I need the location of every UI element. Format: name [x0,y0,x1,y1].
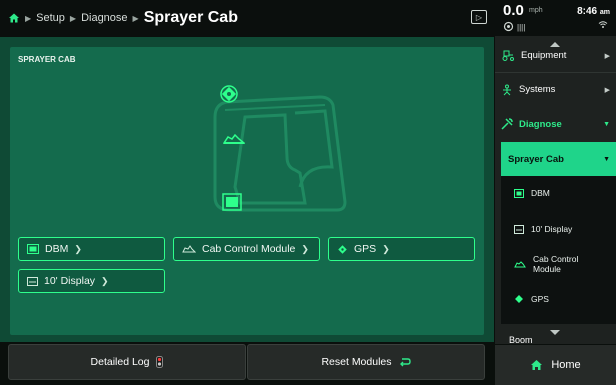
systems-icon [503,84,511,95]
module-button-cab-control[interactable]: Cab Control Module ❯ [173,237,320,261]
gps-icon [338,244,347,254]
chevron-right-icon: ▶ [604,86,610,94]
chevron-right-icon: ▶ [132,13,139,23]
clock: 8:46 am [577,6,610,17]
nav-label: Boom [509,335,533,344]
card-title: SPRAYER CAB [18,55,76,64]
sub-item-dbm[interactable]: DBM [501,188,616,198]
clock-suffix: am [599,9,610,16]
home-icon[interactable] [8,12,20,24]
sub-item-display[interactable]: 10' Display [501,224,616,234]
clock-time: 8:46 [577,6,598,17]
satellite-icon [503,21,514,34]
module-label: Cab Control Module [202,243,296,255]
nav-label: Equipment [521,50,567,61]
top-bar: ▶ Setup ▶ Diagnose ▶ Sprayer Cab ▷ [0,0,495,36]
sub-label: Cab Control Module [533,254,579,274]
reset-modules-button[interactable]: Reset Modules [247,344,485,380]
sprayer-cab-card: SPRAYER CAB DBM ❯ Cab Control Module ❯ G… [10,47,484,335]
nav-label: Diagnose [519,118,562,130]
diagnose-submenu: Sprayer Cab ▼ DBM 10' Display Cab Contro… [501,142,616,324]
wifi-icon [598,20,608,31]
module-label: GPS [354,243,377,255]
dbm-icon [27,244,39,254]
sub-item-cab-control[interactable]: Cab Control Module [501,254,613,274]
chevron-down-icon: ▼ [603,155,610,163]
log-status-icon [156,356,164,368]
chevron-down-icon: ▼ [603,120,610,128]
detailed-log-label: Detailed Log [90,356,150,368]
cab-control-icon [514,260,526,267]
page-title: Sprayer Cab [143,9,238,26]
speed-value: 0.0 [503,2,524,19]
chevron-right-icon: ❯ [382,243,390,254]
main-panel: SPRAYER CAB DBM ❯ Cab Control Module ❯ G… [0,37,494,342]
nav-label: Sprayer Cab [508,153,564,165]
gps-marker-icon[interactable] [219,84,239,104]
reset-modules-label: Reset Modules [321,356,392,368]
panel-toggle-icon[interactable]: ▷ [471,10,487,24]
cab-control-icon [182,245,196,253]
display-icon [514,224,524,234]
chevron-right-icon: ▶ [69,13,77,23]
detailed-log-button[interactable]: Detailed Log [8,344,246,380]
signal-bars: |||| [517,23,526,32]
cab-control-marker-icon[interactable] [223,133,245,145]
gps-icon [515,295,523,303]
side-nav: Equipment ▶ Systems ▶ Diagnose ▼ Sprayer… [495,36,616,344]
nav-item-systems[interactable]: Systems ▶ [495,73,616,107]
app-root: ▶ Setup ▶ Diagnose ▶ Sprayer Cab ▷ 0.0 m… [0,0,616,385]
sub-label: 10' Display [531,224,573,234]
wrench-icon [501,118,513,130]
sub-label: GPS [531,294,549,304]
breadcrumb: ▶ Setup ▶ Diagnose ▶ Sprayer Cab [8,9,238,27]
tractor-icon [502,50,514,61]
nav-item-boom[interactable]: Boom [495,335,616,344]
breadcrumb-diagnose[interactable]: Diagnose [81,12,127,24]
status-area: 0.0 mph |||| 8:46 am [495,0,616,36]
nav-item-diagnose[interactable]: Diagnose ▼ [495,106,616,142]
gps-status: |||| [503,21,525,34]
chevron-right-icon: ▶ [604,52,610,60]
nav-item-equipment[interactable]: Equipment ▶ [495,39,616,73]
module-button-gps[interactable]: GPS ❯ [328,237,475,261]
nav-item-sprayer-cab[interactable]: Sprayer Cab ▼ [501,142,616,176]
reset-icon [399,357,411,366]
display-icon [27,276,38,286]
home-label: Home [551,359,581,371]
module-label: DBM [45,243,69,255]
chevron-right-icon: ▶ [25,13,32,23]
sub-label: DBM [531,188,550,198]
speed-unit: mph [529,7,543,14]
chevron-right-icon: ❯ [301,243,309,254]
chevron-right-icon: ❯ [74,243,82,254]
module-button-display[interactable]: 10' Display ❯ [18,269,165,293]
dbm-marker-icon[interactable] [222,193,242,211]
bottom-bar: Detailed Log Reset Modules [0,342,494,385]
module-button-dbm[interactable]: DBM ❯ [18,237,165,261]
home-button[interactable]: Home [495,345,616,385]
module-label: 10' Display [44,275,96,287]
nav-label: Systems [519,84,556,95]
breadcrumb-setup[interactable]: Setup [36,12,65,24]
dbm-icon [514,188,524,198]
chevron-right-icon: ❯ [101,275,109,286]
sub-item-gps[interactable]: GPS [501,294,616,304]
home-icon [531,360,543,370]
